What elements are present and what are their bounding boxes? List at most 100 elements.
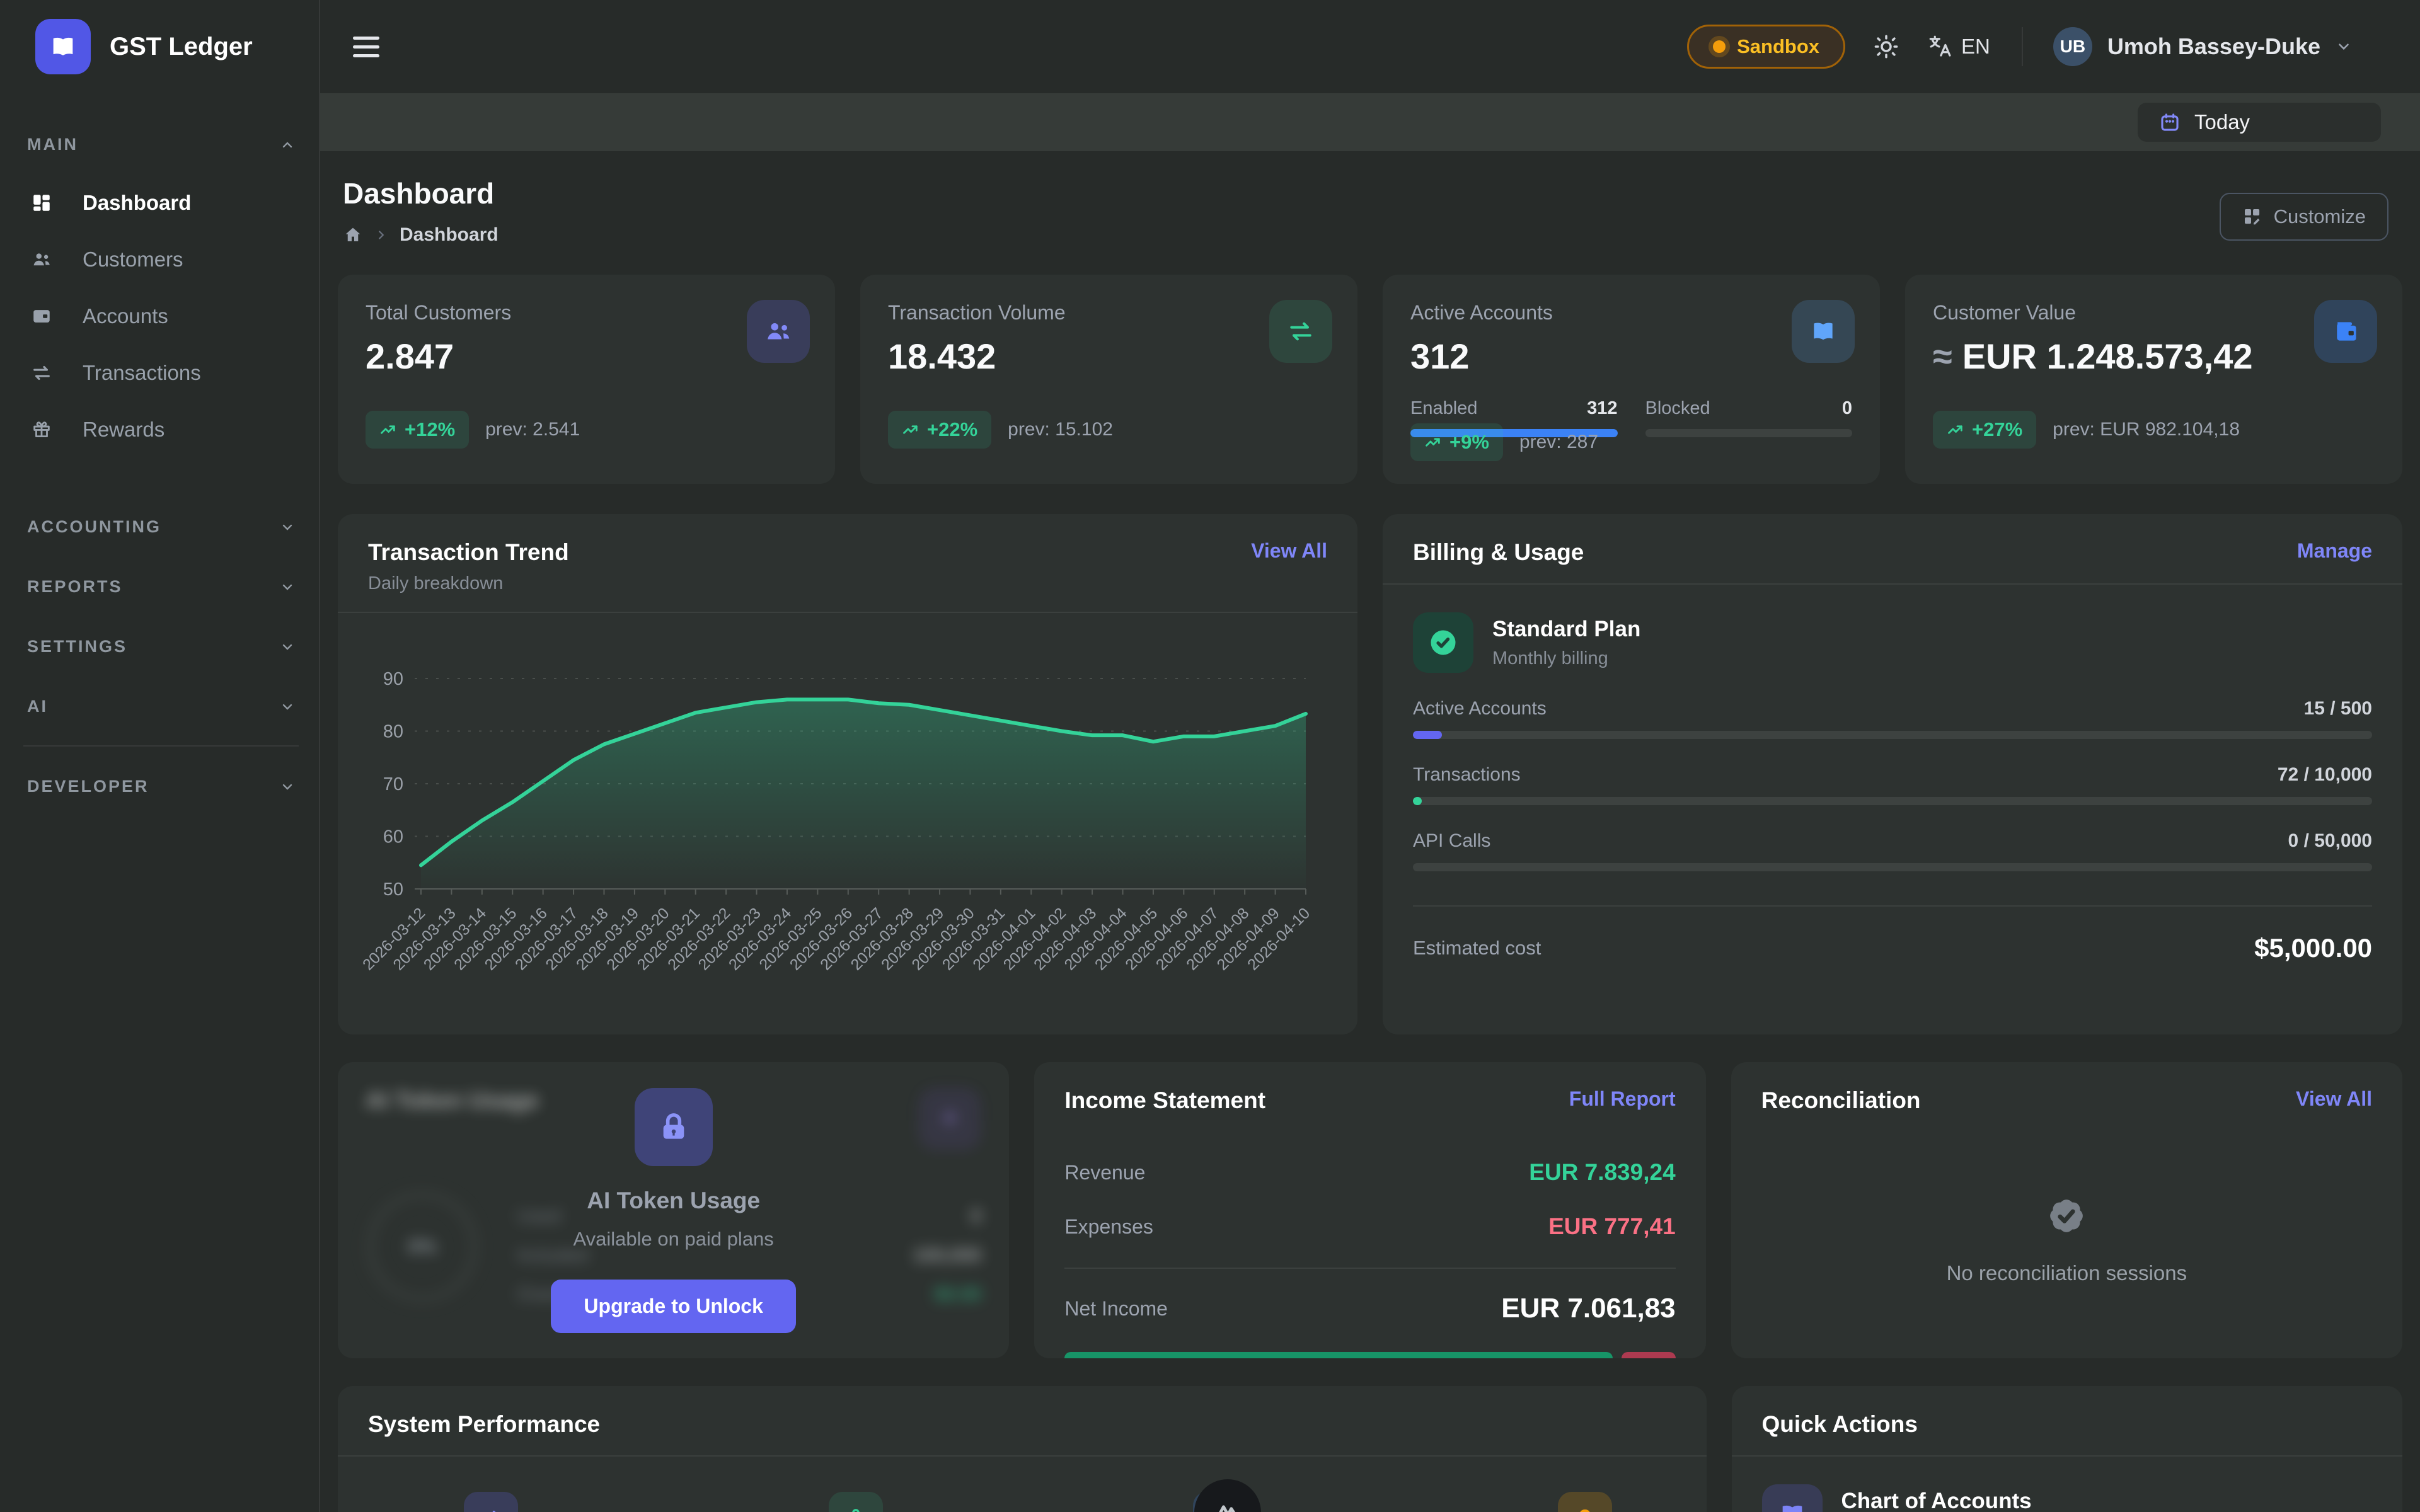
stat-value: EUR 1.248.573,42 xyxy=(1962,336,2253,377)
stat-card-active-accounts: Active Accounts 312 Enabled312 Blocked0 xyxy=(1383,275,1880,484)
user-menu[interactable]: UB Umoh Bassey-Duke xyxy=(2022,27,2387,66)
language-switcher[interactable]: EN xyxy=(1927,33,1990,60)
chevron-down-icon xyxy=(280,580,295,595)
card-title: Transaction Trend xyxy=(368,539,569,566)
sidebar-item-dashboard[interactable]: Dashboard xyxy=(21,175,301,231)
sidebar-item-label: Dashboard xyxy=(83,191,191,215)
home-icon[interactable] xyxy=(343,225,363,245)
mountains-icon xyxy=(1209,1494,1246,1512)
language-label: EN xyxy=(1961,35,1990,59)
book-open-icon xyxy=(1792,300,1855,363)
sidebar-section-main[interactable]: MAIN xyxy=(21,123,301,166)
trend-badge: +27% xyxy=(1933,411,2036,449)
ai-lock-overlay: AI Token Usage Available on paid plans U… xyxy=(338,1062,1009,1358)
chevron-down-icon xyxy=(280,639,295,655)
main-content: Today Dashboard Dashboa xyxy=(320,93,2420,1512)
calendar-icon xyxy=(2159,112,2181,133)
trend-badge: +12% xyxy=(366,411,469,449)
sidebar-section-settings[interactable]: SETTINGS xyxy=(21,626,301,668)
stat-label: Active Accounts xyxy=(1410,301,1852,324)
revenue-expense-bar xyxy=(1064,1352,1675,1358)
today-button[interactable]: Today xyxy=(2138,103,2381,142)
transaction-trend-card: Transaction Trend Daily breakdown View A… xyxy=(338,514,1357,1034)
card-subtitle: Daily breakdown xyxy=(368,573,569,594)
sidebar-toggle-button[interactable] xyxy=(353,37,379,57)
top-bar-right: Sandbox EN UB Umoh Bassey-Duke xyxy=(1687,25,2387,69)
sandbox-dot-icon xyxy=(1713,40,1726,53)
transfer-arrows-icon xyxy=(1269,300,1332,363)
brand-name: GST Ledger xyxy=(110,33,253,61)
billing-usage-card: Billing & Usage Manage Standard Plan Mon… xyxy=(1383,514,2402,1034)
stat-value: 2.847 xyxy=(366,336,807,377)
page-scroll-area: Dashboard Dashboard xyxy=(320,151,2420,1512)
sidebar-item-transactions[interactable]: Transactions xyxy=(21,345,301,401)
stat-label: Total Customers xyxy=(366,301,807,324)
book-open-icon xyxy=(49,32,78,61)
user-name: Umoh Bassey-Duke xyxy=(2107,33,2320,60)
usage-row: Active Accounts15 / 500 xyxy=(1413,698,2372,739)
view-all-link[interactable]: View All xyxy=(2296,1087,2372,1111)
sidebar-section-developer[interactable]: DEVELOPER xyxy=(21,765,301,808)
top-bar: GST Ledger Sandbox EN xyxy=(0,0,2420,93)
quick-actions-card: Quick Actions Chart of Accounts Browse a… xyxy=(1732,1386,2402,1512)
expenses-value: EUR 777,41 xyxy=(1548,1213,1676,1240)
svg-text:50: 50 xyxy=(383,879,403,900)
sun-icon xyxy=(1873,33,1899,60)
sidebar-section-accounting[interactable]: ACCOUNTING xyxy=(21,506,301,548)
sidebar-item-customers[interactable]: Customers xyxy=(21,231,301,288)
plan-subtitle: Monthly billing xyxy=(1492,648,1640,669)
card-title: Income Statement xyxy=(1064,1087,1265,1114)
top-bar-main: Sandbox EN UB Umoh Bassey-Duke xyxy=(320,0,2420,93)
full-report-link[interactable]: Full Report xyxy=(1569,1087,1676,1111)
card-title: Quick Actions xyxy=(1762,1411,1918,1438)
app-logo xyxy=(35,19,91,74)
customize-grid-icon xyxy=(2242,207,2262,227)
trending-up-icon xyxy=(1947,421,1964,438)
sidebar-section-reports[interactable]: REPORTS xyxy=(21,566,301,608)
prev-value: prev: 2.541 xyxy=(485,419,580,440)
translate-icon xyxy=(1927,33,1954,60)
sandbox-badge[interactable]: Sandbox xyxy=(1687,25,1845,69)
chevron-down-icon xyxy=(280,779,295,794)
section-label: ACCOUNTING xyxy=(27,517,161,537)
stat-card-customer-value: Customer Value ≈ EUR 1.248.573,42 +27% xyxy=(1905,275,2402,484)
sidebar-item-rewards[interactable]: Rewards xyxy=(21,401,301,458)
book-open-icon xyxy=(1762,1484,1823,1512)
card-title: System Performance xyxy=(368,1411,600,1438)
trending-up-icon xyxy=(1424,433,1442,451)
section-label: AI xyxy=(27,697,48,716)
chevron-down-icon xyxy=(2336,38,2352,55)
trend-badge: +9% xyxy=(1410,423,1503,461)
theme-toggle-button[interactable] xyxy=(1873,33,1899,60)
section-label: REPORTS xyxy=(27,577,123,597)
locked-title: AI Token Usage xyxy=(587,1188,760,1214)
stat-label: Customer Value xyxy=(1933,301,2375,324)
stat-label: Transaction Volume xyxy=(888,301,1330,324)
quick-action-chart-of-accounts[interactable]: Chart of Accounts Browse account structu… xyxy=(1762,1484,2372,1512)
chevron-up-icon xyxy=(280,137,295,152)
revenue-value: EUR 7.839,24 xyxy=(1529,1159,1675,1186)
wallet-icon xyxy=(31,306,52,327)
section-label: SETTINGS xyxy=(27,637,127,656)
sidebar-section-ai[interactable]: AI xyxy=(21,685,301,728)
gift-icon xyxy=(31,419,52,440)
view-all-link[interactable]: View All xyxy=(1251,539,1327,563)
date-toolbar: Today xyxy=(320,93,2420,151)
sidebar-item-label: Transactions xyxy=(83,361,201,385)
upgrade-to-unlock-button[interactable]: Upgrade to Unlock xyxy=(551,1280,795,1333)
plan-row: Standard Plan Monthly billing xyxy=(1413,612,2372,673)
dashboard-grid-icon xyxy=(31,192,52,214)
transfer-arrows-icon xyxy=(31,362,52,384)
check-circle-icon xyxy=(1413,612,1473,673)
customize-button[interactable]: Customize xyxy=(2220,193,2388,241)
ai-token-usage-card: AI Token Usage 0% Used0 Included100,000 xyxy=(338,1062,1009,1358)
usage-row: Transactions72 / 10,000 xyxy=(1413,764,2372,805)
today-label: Today xyxy=(2194,110,2250,134)
card-title: Billing & Usage xyxy=(1413,539,1584,566)
estimated-cost-value: $5,000.00 xyxy=(2254,933,2372,963)
usage-row: API Calls0 / 50,000 xyxy=(1413,830,2372,871)
expenses-bar-segment xyxy=(1622,1352,1676,1358)
card-title: Reconciliation xyxy=(1761,1087,1921,1114)
manage-link[interactable]: Manage xyxy=(2297,539,2372,563)
sidebar-item-accounts[interactable]: Accounts xyxy=(21,288,301,345)
